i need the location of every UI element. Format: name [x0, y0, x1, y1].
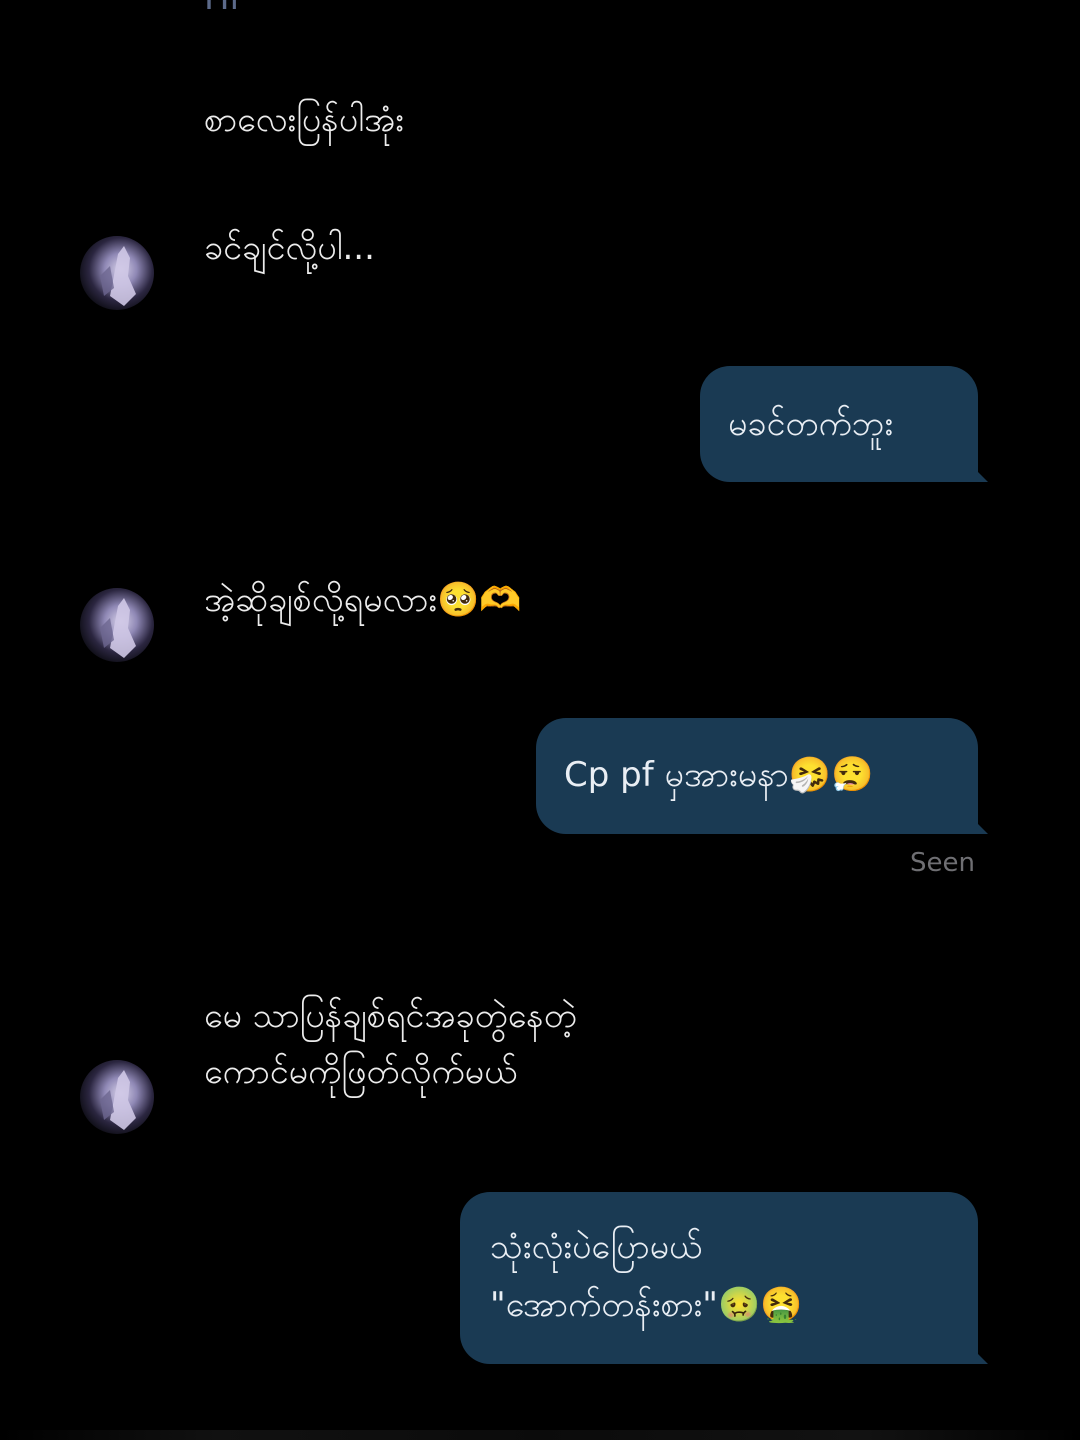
outgoing-message[interactable]: Cp pf မှအားမနာ🤧😮‍💨 — [536, 718, 978, 834]
avatar-icon[interactable] — [80, 236, 154, 310]
bottom-bar — [0, 1430, 1080, 1440]
outgoing-message[interactable]: မခင်တက်ဘူး — [700, 366, 978, 482]
incoming-message[interactable]: မေ သာပြန်ချစ်ရင်အခုတွဲနေတဲ့ ကောင်မကိုဖြတ… — [204, 988, 577, 1100]
incoming-message[interactable]: စာလေးပြန်ပါအုံး — [204, 92, 404, 148]
incoming-message[interactable]: ခင်ချင်လို့ပါ... — [204, 220, 375, 276]
cut-off-message: Hi — [204, 0, 239, 18]
avatar-figure-icon — [100, 246, 136, 306]
seen-status: Seen — [910, 848, 975, 878]
chat-thread: Hi စာလေးပြန်ပါအုံး ခင်ချင်လို့ပါ... မခင်… — [0, 0, 1080, 1440]
avatar-icon[interactable] — [80, 588, 154, 662]
incoming-message[interactable]: အဲ့ဆိုချစ်လို့ရမလား🥺🫶 — [204, 572, 522, 628]
avatar-figure-icon — [100, 598, 136, 658]
avatar-figure-icon — [100, 1070, 136, 1130]
outgoing-message[interactable]: သုံးလုံးပဲပြောမယ် "အောက်တန်းစား"🤢🤮 — [460, 1192, 978, 1364]
avatar-icon[interactable] — [80, 1060, 154, 1134]
